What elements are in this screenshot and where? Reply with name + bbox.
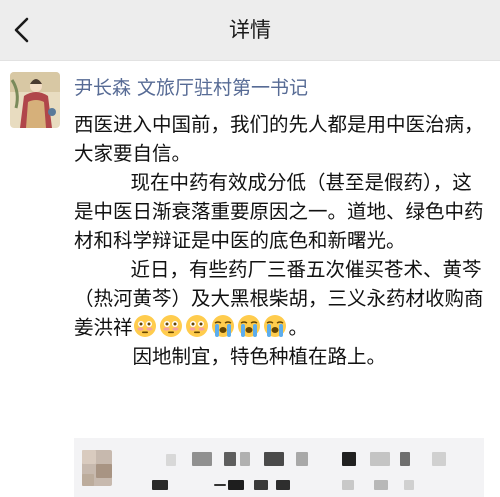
loudly-crying-face-icon [237,315,260,337]
blurred-text [374,480,388,490]
comment-area [74,438,484,497]
author-avatar[interactable] [10,72,60,128]
blurred-text [296,452,308,466]
blurred-text [254,480,268,490]
blurred-text [400,452,410,466]
blurred-text [240,452,250,466]
blurred-text [404,480,414,490]
blurred-text [214,484,226,486]
blurred-text [370,452,390,466]
blurred-text [152,480,168,490]
blurred-text [342,480,354,490]
blurred-text [342,452,356,466]
post-content: 西医进入中国前，我们的先人都是用中医治病，大家要自信。 现在中药有效成分低（甚至… [74,110,484,371]
blurred-text [276,480,290,490]
blurred-text [166,454,176,466]
blurred-text [228,480,244,490]
post-period: 。 [288,316,309,339]
blurred-text [432,452,446,466]
blurred-avatar [82,450,112,486]
blurred-text [192,452,212,466]
author-name-link[interactable]: 尹长森 文旅厅驻村第一书记 [74,73,308,100]
nav-bar: 详情 [0,0,500,61]
post-paragraph: 现在中药有效成分低（甚至是假药），这是中医日渐衰落重要原因之一。道地、绿色中药材… [74,171,484,252]
loudly-crying-face-icon [211,315,234,337]
post-paragraph: 近日，有些药厂三番五次催买苍术、黄芩（热河黄芩）及大黑根柴胡，三义永药材收购商姜… [74,255,484,342]
blurred-text [224,452,236,466]
blurred-text [264,452,284,466]
post-paragraph: 因地制宜，特色种植在路上。 [132,345,387,368]
page-title: 详情 [229,18,271,42]
flushed-face-icon [159,315,182,337]
loudly-crying-face-icon [263,315,286,337]
flushed-face-icon [133,315,156,337]
flushed-face-icon [185,315,208,337]
avatar-image [10,72,60,128]
post-paragraph: 西医进入中国前，我们的先人都是用中医治病，大家要自信。 [74,113,484,165]
